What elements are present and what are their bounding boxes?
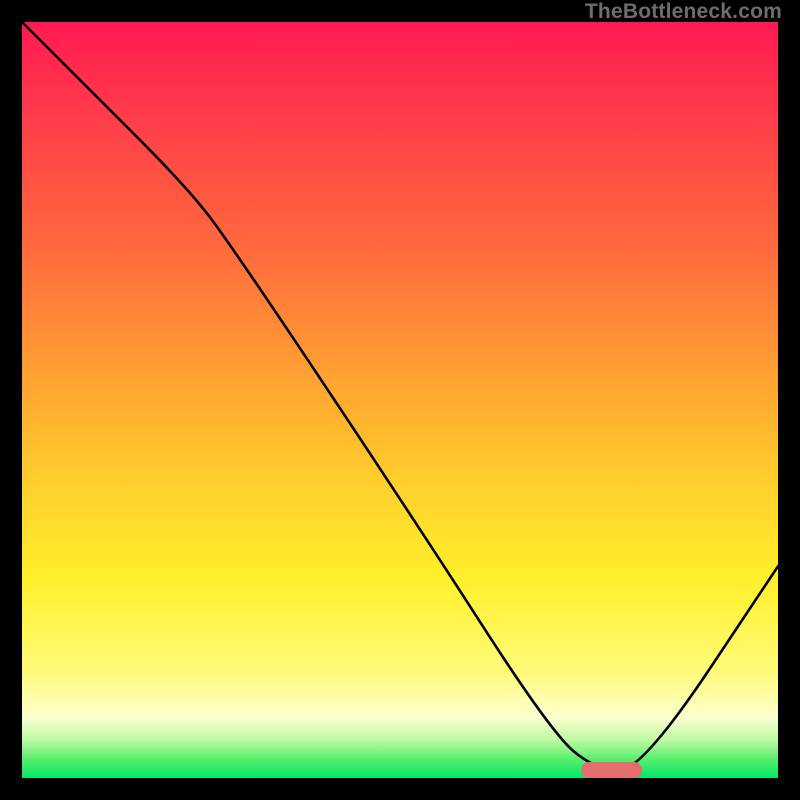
curve-path — [22, 22, 778, 770]
watermark-text: TheBottleneck.com — [585, 0, 782, 24]
bottleneck-curve — [22, 22, 778, 778]
chart-frame: TheBottleneck.com — [0, 0, 800, 800]
optimal-marker — [581, 762, 641, 778]
